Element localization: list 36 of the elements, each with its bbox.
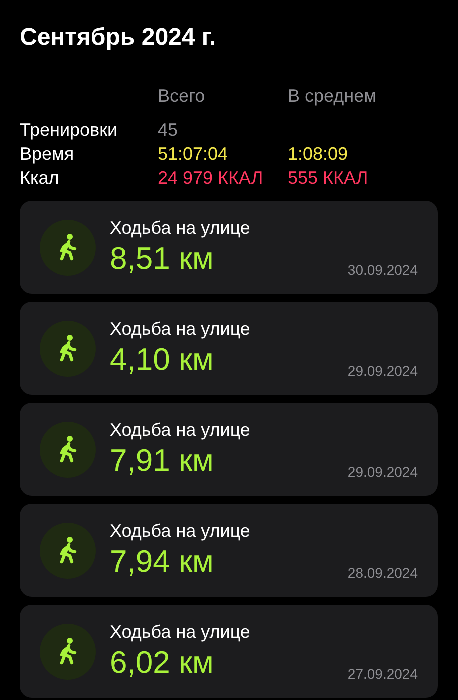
column-header: Всего (158, 86, 206, 107)
stat-value: 555 ККАЛ (288, 168, 370, 189)
walking-icon (40, 320, 96, 376)
workout-card[interactable]: Ходьба на улице 7,91 км 29.09.2024 (20, 403, 438, 496)
stat-value: 51:07:04 (158, 144, 230, 165)
walking-icon (40, 624, 96, 680)
workout-date: 28.09.2024 (348, 565, 418, 581)
workout-distance: 8,51 км (110, 241, 215, 277)
workout-date: 30.09.2024 (348, 262, 418, 278)
stat-value: 24 979 ККАЛ (158, 168, 264, 189)
page-title: Сентябрь 2024 г. (20, 24, 218, 52)
walking-icon (40, 422, 96, 478)
workout-name: Ходьба на улице (110, 218, 252, 239)
workout-card[interactable]: Ходьба на улице 8,51 км 30.09.2024 (20, 201, 438, 294)
workout-distance: 4,10 км (110, 342, 215, 378)
row-label: Время (20, 144, 76, 165)
workout-name: Ходьба на улице (110, 319, 252, 340)
workout-date: 29.09.2024 (348, 363, 418, 379)
workout-name: Ходьба на улице (110, 521, 252, 542)
stat-value: 45 (158, 120, 180, 141)
workout-date: 29.09.2024 (348, 464, 418, 480)
workout-card[interactable]: Ходьба на улице 6,02 км 27.09.2024 (20, 605, 438, 698)
workout-card[interactable]: Ходьба на улице 7,94 км 28.09.2024 (20, 504, 438, 597)
column-header: В среднем (288, 86, 378, 107)
workout-distance: 7,94 км (110, 544, 215, 580)
workout-name: Ходьба на улице (110, 622, 252, 643)
workout-card[interactable]: Ходьба на улице 4,10 км 29.09.2024 (20, 302, 438, 395)
workout-distance: 7,91 км (110, 443, 215, 479)
stat-value: 1:08:09 (288, 144, 350, 165)
workout-date: 27.09.2024 (348, 666, 418, 682)
walking-icon (40, 522, 96, 578)
workout-distance: 6,02 км (110, 645, 215, 681)
row-label: Ккал (20, 168, 60, 189)
walking-icon (40, 220, 96, 276)
workout-name: Ходьба на улице (110, 420, 252, 441)
row-label: Тренировки (20, 120, 119, 141)
